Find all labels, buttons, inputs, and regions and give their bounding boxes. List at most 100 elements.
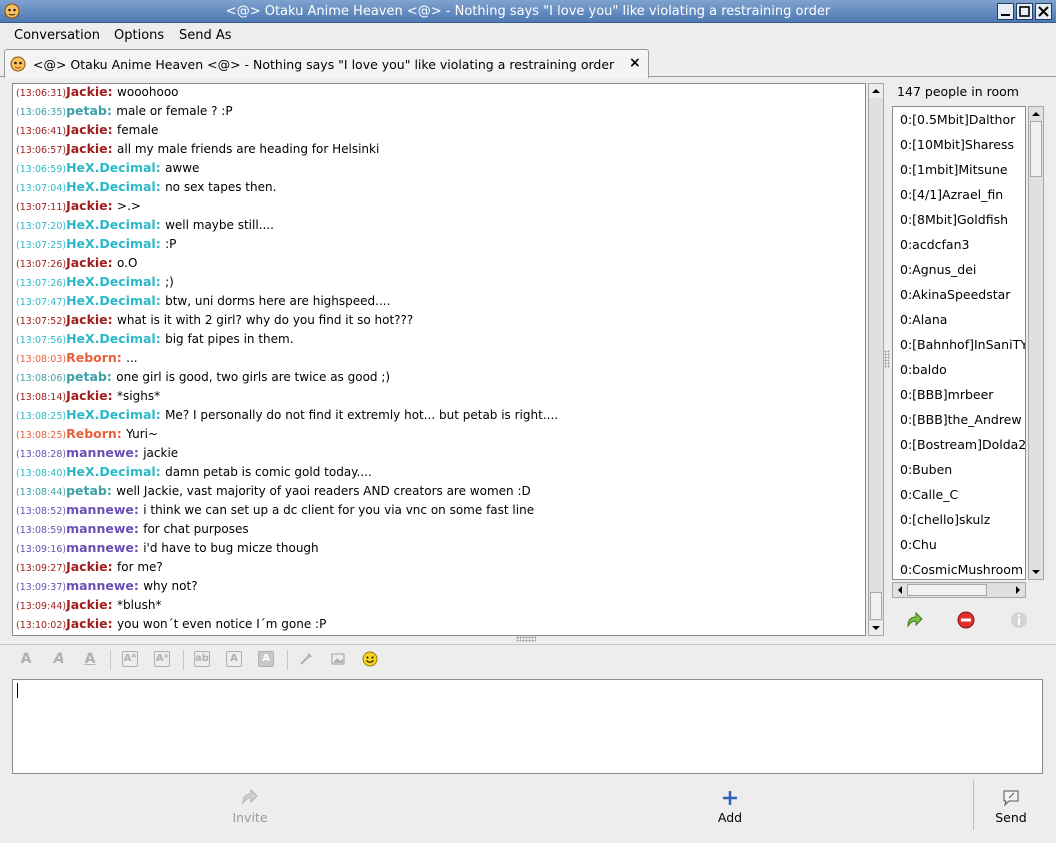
message-nick[interactable]: mannewe <box>66 445 134 460</box>
user-list-item[interactable]: 0:Agnus_dei <box>900 262 976 277</box>
message-nick[interactable]: HeX.Decimal <box>66 217 156 232</box>
message-nick[interactable]: HeX.Decimal <box>66 464 156 479</box>
chat-log[interactable]: (13:06:31)Jackie: wooohooo (13:06:35)peta… <box>12 83 866 636</box>
user-list-item[interactable]: 0:[10Mbit]Sharess <box>900 137 1014 152</box>
user-hscroll-thumb[interactable] <box>907 584 987 596</box>
message-nick[interactable]: HeX.Decimal <box>66 407 156 422</box>
message-nick[interactable]: HeX.Decimal <box>66 274 156 289</box>
menu-options[interactable]: Options <box>114 28 164 43</box>
user-list-item[interactable]: 0:[0.5Mbit]Dalthor <box>900 112 1015 127</box>
user-list-item[interactable]: 0:[4/1]Azrael_fin <box>900 187 1003 202</box>
message-timestamp: (13:08:25) <box>16 411 67 422</box>
message-nick[interactable]: Jackie <box>66 255 108 270</box>
message-nick[interactable]: petab <box>66 103 107 118</box>
minimize-button[interactable] <box>997 3 1014 20</box>
message-nick[interactable]: mannewe <box>66 502 134 517</box>
user-scroll-down-icon[interactable] <box>1029 565 1043 579</box>
chat-message: (13:09:37)mannewe: why not? <box>16 578 198 593</box>
user-list-item[interactable]: 0:[Bahnhof]InSaniTY <box>900 337 1025 352</box>
pane-resize-handle[interactable] <box>884 350 890 368</box>
message-timestamp: (13:09:27) <box>16 563 67 574</box>
user-list-item[interactable]: 0:baldo <box>900 362 947 377</box>
message-text: jackie <box>143 446 179 460</box>
user-list-item[interactable]: 0:Alana <box>900 312 947 327</box>
user-list-item[interactable]: 0:[BBB]the_Andrew <box>900 412 1022 427</box>
private-message-icon[interactable] <box>904 610 924 630</box>
menu-bar: Conversation Options Send As <box>0 24 1056 46</box>
chat-message: (13:08:52)mannewe: i think we can set up… <box>16 502 535 517</box>
message-timestamp: (13:06:59) <box>16 164 67 175</box>
menu-send-as[interactable]: Send As <box>179 28 232 43</box>
italic-icon[interactable]: A <box>51 651 67 667</box>
user-list-item[interactable]: 0:Buben <box>900 462 952 477</box>
chat-message: (13:08:25)Reborn: Yuri~ <box>16 426 159 441</box>
font-face-icon[interactable]: ab <box>194 651 210 667</box>
insert-image-icon[interactable] <box>330 651 346 667</box>
message-nick[interactable]: Jackie <box>66 559 108 574</box>
message-nick[interactable]: Jackie <box>66 597 108 612</box>
message-nick[interactable]: HeX.Decimal <box>66 293 156 308</box>
underline-icon[interactable]: A <box>82 651 98 667</box>
user-scroll-up-icon[interactable] <box>1029 107 1043 121</box>
message-nick[interactable]: HeX.Decimal <box>66 331 156 346</box>
message-nick[interactable]: HeX.Decimal <box>66 236 156 251</box>
message-nick[interactable]: petab <box>66 483 107 498</box>
message-input[interactable] <box>12 679 1043 774</box>
background-color-icon[interactable]: A <box>258 651 274 667</box>
user-list-item[interactable]: 0:Chu <box>900 537 937 552</box>
message-nick[interactable]: Jackie <box>66 84 108 99</box>
message-nick[interactable]: Jackie <box>66 388 108 403</box>
maximize-button[interactable] <box>1016 3 1033 20</box>
message-nick[interactable]: Jackie <box>66 198 108 213</box>
scroll-left-icon[interactable] <box>893 583 907 597</box>
message-nick[interactable]: Jackie <box>66 616 108 631</box>
user-list-item[interactable]: 0:AkinaSpeedstar <box>900 287 1010 302</box>
invite-button[interactable]: Invite <box>200 784 300 834</box>
chat-message: (13:08:40)HeX.Decimal: damn petab is com… <box>16 464 372 479</box>
message-nick[interactable]: Reborn <box>66 426 117 441</box>
insert-link-icon[interactable] <box>298 651 314 667</box>
font-larger-icon[interactable]: Aᴬ <box>122 651 138 667</box>
close-window-button[interactable] <box>1035 3 1052 20</box>
menu-conversation[interactable]: Conversation <box>14 28 100 43</box>
message-nick[interactable]: Reborn <box>66 350 117 365</box>
message-nick[interactable]: mannewe <box>66 578 134 593</box>
message-nick[interactable]: mannewe <box>66 540 134 555</box>
scroll-right-icon[interactable] <box>1011 583 1025 597</box>
message-nick[interactable]: Jackie <box>66 122 108 137</box>
bold-icon[interactable]: A <box>18 651 34 667</box>
message-nick[interactable]: Jackie <box>66 141 108 156</box>
user-list-item[interactable]: 0:[Bostream]Dolda2 <box>900 437 1025 452</box>
add-button[interactable]: Add <box>680 784 780 834</box>
ignore-user-icon[interactable] <box>956 610 976 630</box>
message-nick[interactable]: mannewe <box>66 521 134 536</box>
foreground-color-icon[interactable]: A <box>226 651 242 667</box>
smiley-icon[interactable] <box>362 651 378 667</box>
user-list-item[interactable]: 0:[chello]skulz <box>900 512 990 527</box>
user-list[interactable]: 0:[0.5Mbit]Dalthor 0:[10Mbit]Sharess 0:[1m… <box>892 106 1026 580</box>
user-list-item[interactable]: 0:Calle_C <box>900 487 958 502</box>
message-text: damn petab is comic gold today.... <box>165 465 372 479</box>
message-nick[interactable]: petab <box>66 369 107 384</box>
message-nick[interactable]: HeX.Decimal <box>66 179 156 194</box>
user-list-scrollbar[interactable] <box>1028 106 1044 580</box>
user-scroll-thumb[interactable] <box>1030 121 1042 177</box>
user-list-item[interactable]: 0:acdcfan3 <box>900 237 969 252</box>
user-list-hscrollbar[interactable] <box>892 582 1026 598</box>
user-list-item[interactable]: 0:[1mbit]Mitsune <box>900 162 1008 177</box>
scroll-up-icon[interactable] <box>869 84 883 98</box>
tab-chat-room[interactable]: <@> Otaku Anime Heaven <@> - Nothing say… <box>4 49 649 78</box>
user-list-item[interactable]: 0:CosmicMushroom <box>900 562 1023 577</box>
input-resize-handle[interactable] <box>516 636 536 642</box>
tab-close-icon[interactable]: × <box>629 55 641 71</box>
user-list-item[interactable]: 0:[BBB]mrbeer <box>900 387 993 402</box>
chat-scroll-thumb[interactable] <box>870 592 882 620</box>
user-list-item[interactable]: 0:[8Mbit]Goldfish <box>900 212 1008 227</box>
message-nick[interactable]: Jackie <box>66 312 108 327</box>
message-nick[interactable]: HeX.Decimal <box>66 160 156 175</box>
scroll-down-icon[interactable] <box>869 621 883 635</box>
user-info-icon[interactable] <box>1009 610 1029 630</box>
send-button[interactable]: Send <box>978 784 1044 834</box>
font-smaller-icon[interactable]: Aᵃ <box>154 651 170 667</box>
chat-scrollbar[interactable] <box>868 83 884 636</box>
